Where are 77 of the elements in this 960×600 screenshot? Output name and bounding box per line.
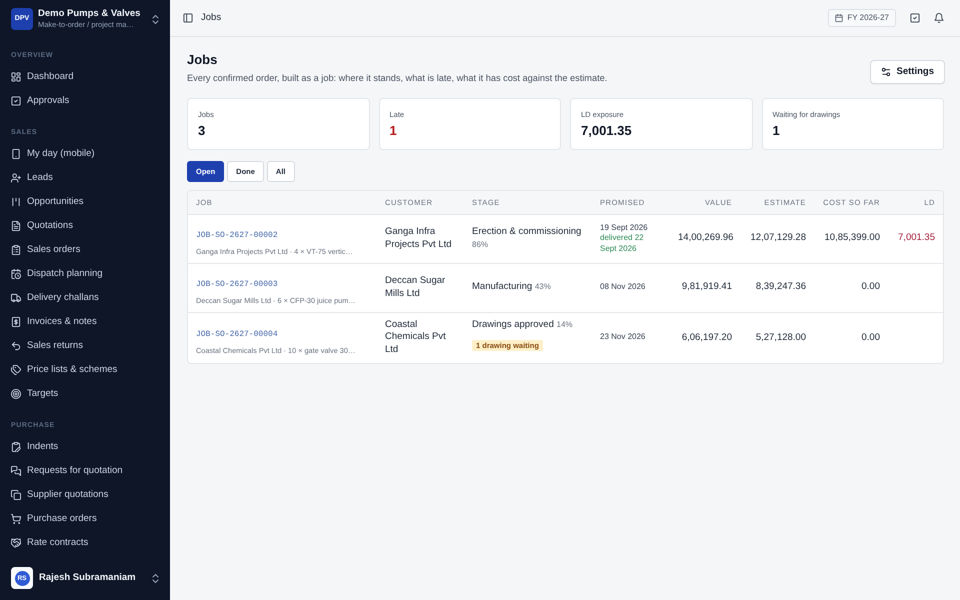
user-plus-icon bbox=[11, 173, 21, 183]
job-id-link[interactable]: JOB-SO-2627-00004 bbox=[196, 328, 278, 340]
stage-label: Manufacturing 43% bbox=[472, 281, 552, 294]
receipt-icon bbox=[11, 317, 21, 327]
ld-amount: 7,001.35 bbox=[898, 232, 935, 244]
chat-bubbles-icon bbox=[11, 466, 21, 476]
value-amount: 6,06,197.20 bbox=[682, 332, 732, 343]
sliders-icon bbox=[880, 67, 891, 77]
phone-icon bbox=[11, 149, 21, 159]
nav-item[interactable]: Quotations bbox=[6, 214, 164, 238]
sidebar-toggle-icon[interactable] bbox=[183, 13, 193, 23]
customer-name: Coastal Chemicals Pvt Ltd bbox=[385, 318, 447, 357]
job-id-link[interactable]: JOB-SO-2627-00002 bbox=[196, 230, 278, 240]
calendar-clock-icon bbox=[11, 269, 21, 279]
cost-amount: 10,85,399.00 bbox=[824, 232, 880, 244]
clipboard-icon bbox=[11, 245, 21, 255]
cart-icon bbox=[11, 514, 21, 524]
dashboard-grid-icon bbox=[11, 72, 21, 82]
calendar-icon bbox=[835, 14, 844, 22]
nav-item[interactable]: Rate contracts bbox=[6, 531, 164, 555]
estimate-amount: 8,39,247.36 bbox=[756, 281, 806, 292]
tags-icon bbox=[11, 365, 21, 375]
promised-date: 23 Nov 2026 bbox=[600, 332, 646, 343]
checkbox-icon[interactable] bbox=[910, 13, 920, 23]
bell-icon[interactable] bbox=[934, 13, 944, 23]
bars-icon bbox=[11, 197, 21, 207]
nav-item[interactable]: Purchase orders bbox=[6, 507, 164, 531]
customer-name: Ganga Infra Projects Pvt Ltd bbox=[385, 226, 453, 252]
breadcrumb-title: Jobs bbox=[201, 10, 222, 25]
estimate-amount: 5,27,128.00 bbox=[756, 332, 806, 343]
nav-item[interactable]: Indents bbox=[6, 435, 164, 459]
nav-item[interactable]: Price lists & schemes bbox=[6, 358, 164, 382]
nav-item[interactable]: Approvals bbox=[6, 89, 164, 113]
checkbox-icon bbox=[11, 96, 21, 106]
estimate-amount: 12,07,129.28 bbox=[750, 232, 806, 244]
chevron-up-down-icon[interactable] bbox=[151, 574, 160, 582]
delivered-date: delivered 22 Sept 2026 bbox=[600, 233, 645, 254]
stage-label: Erection & commissioning 86% bbox=[472, 226, 582, 250]
nav-item[interactable]: Invoices & notes bbox=[6, 310, 164, 334]
stat-value: 7,001.35 bbox=[581, 123, 633, 139]
nav-item[interactable]: Dispatch planning bbox=[6, 262, 164, 286]
promised-date: 19 Sept 2026 bbox=[600, 222, 649, 234]
nav-item[interactable]: Requests for quotation bbox=[6, 459, 164, 483]
document-icon bbox=[11, 221, 21, 231]
chevron-up-down-icon[interactable] bbox=[151, 14, 160, 24]
truck-icon bbox=[11, 293, 21, 303]
nav-item[interactable]: Sales returns bbox=[6, 334, 164, 358]
fiscal-year-selector[interactable]: FY 2026-27 bbox=[828, 9, 896, 27]
company-name: Demo Pumps & Valves bbox=[38, 8, 142, 20]
page-description: Every confirmed order, built as a job: where it stands, what is late, what it has cost against the estimate. bbox=[187, 72, 608, 84]
value-amount: 9,81,919.41 bbox=[682, 281, 732, 292]
settings-button[interactable]: Settings bbox=[870, 60, 945, 84]
nav-item[interactable]: Supplier quotations bbox=[6, 483, 164, 507]
handshake-icon bbox=[11, 538, 21, 548]
page-title: Jobs bbox=[187, 52, 218, 68]
job-id-link[interactable]: JOB-SO-2627-00003 bbox=[196, 278, 278, 290]
customer-name: Deccan Sugar Mills Ltd bbox=[385, 274, 446, 300]
stat-value: 3 bbox=[198, 123, 206, 139]
nav-item[interactable]: My day (mobile) bbox=[6, 142, 164, 166]
stat-value: 1 bbox=[772, 123, 781, 139]
nav-item[interactable]: Sales orders bbox=[6, 238, 164, 262]
nav-item[interactable]: Delivery challans bbox=[6, 286, 164, 310]
target-icon bbox=[11, 389, 21, 399]
copy-icon bbox=[11, 490, 21, 500]
stat-value: 1 bbox=[390, 123, 398, 139]
clipboard-pen-icon bbox=[11, 442, 21, 452]
cost-amount: 0.00 bbox=[862, 281, 880, 292]
cost-amount: 0.00 bbox=[862, 332, 880, 343]
stage-label: Drawings approved 14% bbox=[472, 319, 574, 332]
nav-item[interactable]: Dashboard bbox=[6, 65, 164, 89]
undo-icon bbox=[11, 341, 21, 351]
nav-item[interactable]: Opportunities bbox=[6, 190, 164, 214]
value-amount: 14,00,269.96 bbox=[678, 232, 734, 244]
nav-item[interactable]: Leads bbox=[6, 166, 164, 190]
user-name: Rajesh Subramaniam bbox=[39, 570, 137, 585]
nav-item[interactable]: Targets bbox=[6, 382, 164, 406]
promised-date: 08 Nov 2026 bbox=[600, 282, 646, 293]
